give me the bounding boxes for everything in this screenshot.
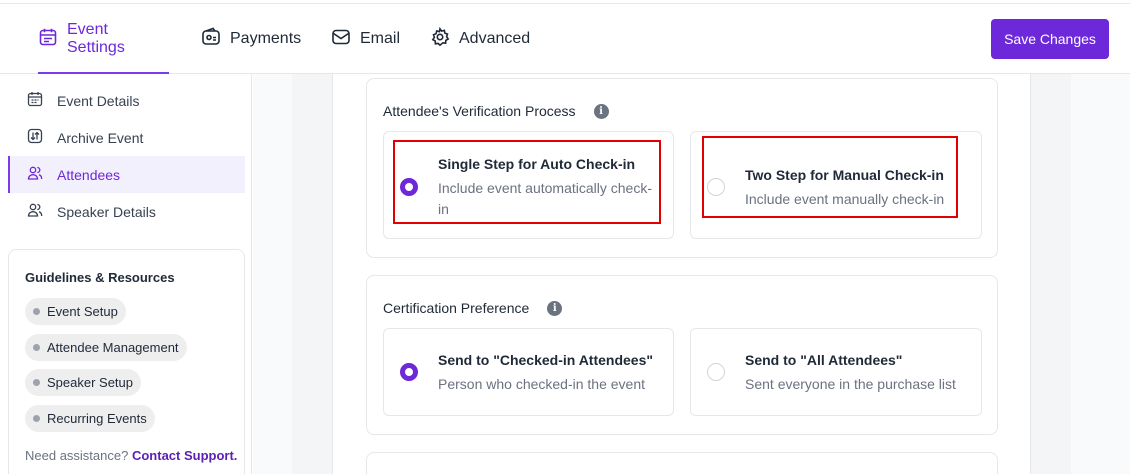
guidelines-panel: Guidelines & Resources Event Setup Atten… bbox=[8, 249, 245, 474]
option-checked-in-attendees[interactable]: Send to "Checked-in Attendees" Person wh… bbox=[383, 328, 674, 416]
settings-sidebar: Event Details Archive Event Attendees Sp… bbox=[0, 74, 252, 474]
sidebar-item-label: Archive Event bbox=[57, 129, 144, 146]
archive-icon bbox=[27, 128, 43, 147]
assistance-text: Need assistance? Contact Support. bbox=[25, 448, 237, 463]
radio-all-attendees[interactable] bbox=[707, 363, 725, 381]
highlight-box-auto-check-in bbox=[393, 140, 661, 224]
tab-label: Email bbox=[360, 30, 401, 47]
option-title: Send to "All Attendees" bbox=[745, 352, 903, 368]
tab-payments[interactable]: Payments bbox=[201, 4, 301, 74]
tab-label: Event Settings bbox=[67, 21, 125, 56]
next-settings-card bbox=[366, 452, 998, 474]
sidebar-item-event-details[interactable]: Event Details bbox=[8, 82, 245, 119]
sidebar-item-label: Event Details bbox=[57, 92, 140, 109]
guidelines-title: Guidelines & Resources bbox=[25, 270, 175, 285]
option-description: Sent everyone in the purchase list bbox=[745, 376, 956, 392]
certification-title: Certification Preference bbox=[383, 300, 530, 316]
sidebar-item-attendees[interactable]: Attendees bbox=[8, 156, 245, 193]
save-changes-button[interactable]: Save Changes bbox=[991, 19, 1109, 59]
users-icon bbox=[27, 202, 43, 221]
calendar-icon bbox=[27, 91, 43, 110]
tab-label: Advanced bbox=[459, 30, 531, 47]
highlight-box-manual-check-in bbox=[702, 136, 958, 218]
guide-link-attendee-management[interactable]: Attendee Management bbox=[25, 334, 187, 361]
tab-advanced[interactable]: Advanced bbox=[430, 4, 530, 74]
verification-title: Attendee's Verification Process bbox=[383, 103, 576, 119]
sidebar-item-archive-event[interactable]: Archive Event bbox=[8, 119, 245, 156]
users-icon bbox=[27, 165, 43, 184]
envelope-icon bbox=[331, 27, 351, 52]
sidebar-item-speaker-details[interactable]: Speaker Details bbox=[8, 193, 245, 230]
settings-header: Event Settings Payments Email Advanced S… bbox=[0, 4, 1130, 74]
gear-icon bbox=[430, 26, 450, 52]
sidebar-item-label: Attendees bbox=[57, 166, 121, 183]
guide-link-event-setup[interactable]: Event Setup bbox=[25, 298, 126, 325]
info-icon[interactable]: i bbox=[547, 300, 563, 316]
option-title: Send to "Checked-in Attendees" bbox=[438, 352, 654, 368]
info-icon[interactable]: i bbox=[593, 103, 609, 119]
option-all-attendees[interactable]: Send to "All Attendees" Sent everyone in… bbox=[690, 328, 982, 416]
wallet-icon bbox=[201, 27, 221, 52]
verification-title-row: Attendee's Verification Process i bbox=[383, 103, 609, 119]
certification-title-row: Certification Preference i bbox=[383, 300, 563, 316]
tab-email[interactable]: Email bbox=[331, 4, 400, 74]
certification-card: Certification Preference i Send to "Chec… bbox=[366, 275, 998, 435]
option-description: Person who checked-in the event bbox=[438, 376, 646, 392]
calendar-icon bbox=[38, 27, 58, 52]
tab-event-settings[interactable]: Event Settings bbox=[38, 4, 169, 74]
contact-support-link[interactable]: Contact Support. bbox=[132, 448, 237, 463]
sidebar-item-label: Speaker Details bbox=[57, 203, 156, 220]
tab-label: Payments bbox=[230, 30, 302, 47]
guide-link-recurring-events[interactable]: Recurring Events bbox=[25, 405, 155, 432]
guide-link-speaker-setup[interactable]: Speaker Setup bbox=[25, 369, 142, 396]
radio-checked-in-attendees[interactable] bbox=[400, 363, 418, 381]
assistance-label: Need assistance? bbox=[25, 448, 129, 463]
